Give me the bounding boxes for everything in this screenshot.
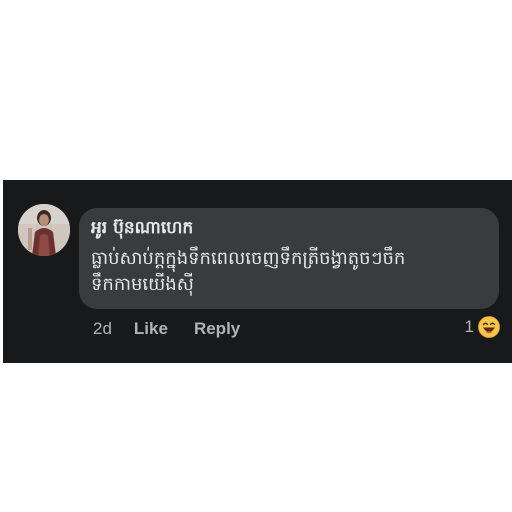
reaction-count: 1 [464, 317, 474, 336]
reaction-summary[interactable]: 1 [465, 316, 500, 338]
avatar-image [18, 204, 70, 256]
comment-actions: 2d Like Reply [93, 318, 266, 340]
comment-text-line-1: ធ្លាប់សាប់ក្តក្នុងទឹកពេលចេញទឹកត្រីចង្វាត… [91, 248, 406, 269]
comment-text: ធ្លាប់សាប់ក្តក្នុងទឹកពេលចេញទឹកត្រីចង្វាត… [91, 246, 471, 298]
laughing-emoji-icon [478, 316, 500, 338]
comment-bubble: អូរ ប៊ុនណាហេក ធ្លាប់សាប់ក្តក្នុងទឹកពេលចេ… [79, 208, 499, 309]
like-button[interactable]: Like [134, 319, 168, 339]
comment-text-line-2: ទឹកកាមយើងស៊ី [91, 274, 194, 295]
comment-author[interactable]: អូរ ប៊ុនណាហេក [91, 216, 485, 240]
comment-panel: អូរ ប៊ុនណាហេក ធ្លាប់សាប់ក្តក្នុងទឹកពេលចេ… [3, 180, 512, 363]
comment-timestamp[interactable]: 2d [93, 319, 112, 339]
reply-button[interactable]: Reply [194, 319, 240, 339]
avatar[interactable] [18, 204, 70, 256]
